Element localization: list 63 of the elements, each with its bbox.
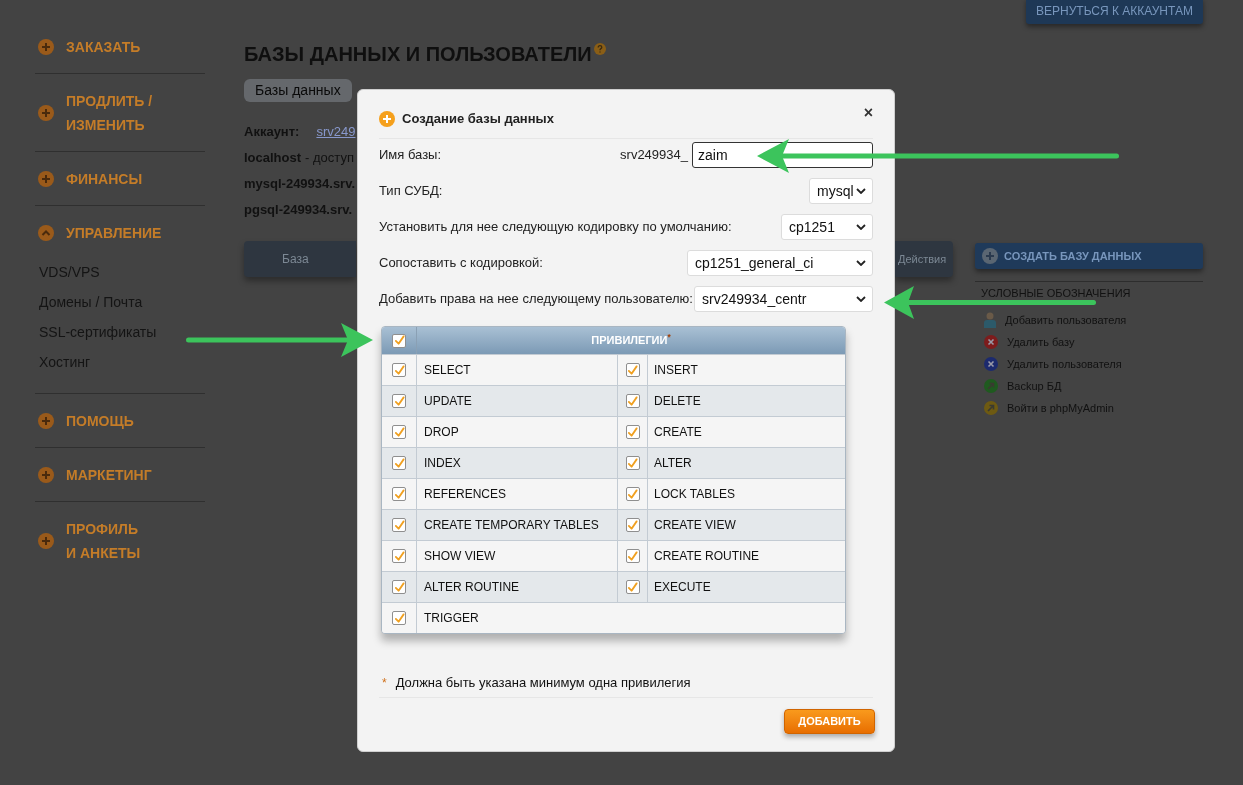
- checkbox[interactable]: [625, 487, 640, 501]
- table-cell-text: CREATE ROUTINE: [653, 548, 761, 565]
- checkbox[interactable]: [392, 487, 406, 501]
- checkbox[interactable]: [392, 394, 406, 408]
- create-database-button[interactable]: СОЗДАТЬ БАЗУ ДАННЫХ: [975, 243, 1203, 269]
- checkbox[interactable]: [392, 333, 406, 348]
- close-button[interactable]: ×: [863, 106, 873, 120]
- column-header: Действия: [895, 241, 953, 277]
- dialog-title: Создание базы данных: [402, 110, 554, 128]
- tab[interactable]: Базы данных: [244, 79, 352, 102]
- field-label: Установить для нее следующую кодировку по умолчанию:: [379, 218, 732, 237]
- back-button[interactable]: ВЕРНУТЬСЯ К АККАУНТАМ: [1026, 0, 1203, 24]
- chevron-down-icon: [856, 224, 866, 230]
- checkbox[interactable]: [625, 549, 640, 563]
- table-cell-text: EXECUTE: [653, 579, 712, 596]
- checkbox[interactable]: [625, 518, 640, 532]
- chevron-down-icon: [856, 188, 866, 194]
- add-button[interactable]: ДОБАВИТЬ: [784, 709, 875, 734]
- select-field[interactable]: srv249934_centr: [694, 286, 873, 312]
- select-field[interactable]: mysql: [809, 178, 873, 204]
- menu-section[interactable]: ПОМОЩЬ: [66, 409, 134, 433]
- account-link[interactable]: srv249: [316, 122, 356, 142]
- checkbox[interactable]: [392, 518, 406, 532]
- table-cell-text: DELETE: [653, 393, 702, 410]
- field-label: Добавить права на нее следующему пользователю:: [379, 290, 693, 309]
- column-header: База: [244, 241, 356, 277]
- menu-section[interactable]: УПРАВЛЕНИЕ: [66, 221, 162, 245]
- table-cell-text: CREATE: [653, 424, 703, 441]
- checkbox[interactable]: [625, 456, 640, 470]
- table-cell-text: CREATE VIEW: [653, 517, 737, 534]
- table-cell-text: LOCK TABLES: [653, 486, 736, 503]
- plus-icon: [982, 248, 998, 264]
- footnote-mark: *: [381, 675, 387, 691]
- field-label: Тип СУБД:: [379, 182, 443, 201]
- table-cell-text: TRIGGER: [423, 610, 480, 627]
- table-cell-text: INSERT: [653, 362, 699, 379]
- checkbox[interactable]: [392, 580, 406, 594]
- checkbox[interactable]: [392, 425, 406, 439]
- checkbox[interactable]: [392, 363, 406, 377]
- menu-section[interactable]: ФИНАНСЫ: [66, 167, 143, 191]
- chevron-down-icon: [856, 260, 866, 266]
- checkbox[interactable]: [625, 425, 640, 439]
- plus-icon: [379, 111, 395, 127]
- name-prefix: srv249934_: [620, 146, 688, 165]
- field-label: Имя базы:: [379, 146, 442, 165]
- menu-section[interactable]: ПРОФИЛЬ И АНКЕТЫ: [66, 517, 141, 565]
- checkbox[interactable]: [392, 611, 406, 625]
- checkbox[interactable]: [625, 363, 640, 377]
- checkbox[interactable]: [625, 580, 640, 594]
- chevron-down-icon: [856, 296, 866, 302]
- select-field[interactable]: cp1251_general_ci: [687, 250, 873, 276]
- help-icon[interactable]: [593, 43, 606, 55]
- menu-section[interactable]: МАРКЕТИНГ: [66, 463, 152, 487]
- select-field[interactable]: cp1251: [781, 214, 873, 240]
- table-cell-text: ALTER: [653, 455, 693, 472]
- footnote-text: Должна быть указана минимум одна привилегия: [395, 675, 691, 691]
- checkbox[interactable]: [392, 456, 406, 470]
- menu-section[interactable]: ПРОДЛИТЬ / ИЗМЕНИТЬ: [66, 89, 153, 137]
- menu-section[interactable]: ЗАКАЗАТЬ: [66, 35, 141, 59]
- column-header: ПРИВИЛЕГИИ$^{*}$: [591, 332, 671, 349]
- field-label: Сопоставить с кодировкой:: [379, 254, 543, 273]
- checkbox[interactable]: [392, 549, 406, 563]
- checkbox[interactable]: [625, 394, 640, 408]
